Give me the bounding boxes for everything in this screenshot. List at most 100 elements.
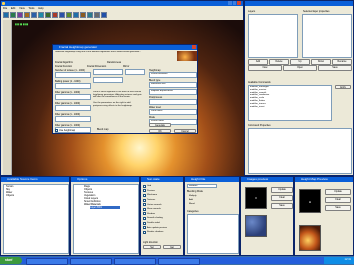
help-icon[interactable] [101, 12, 107, 18]
viewport-overlay-text: ▮▮▮ ▮▮ ▮▮▮▮ [15, 23, 29, 26]
categories-list[interactable] [187, 214, 239, 254]
image-preview-title: Images preview [241, 177, 293, 182]
light-icon[interactable] [52, 12, 58, 18]
heightmap-thumbnail-2[interactable] [299, 225, 321, 251]
field-input[interactable] [55, 83, 91, 89]
small-select[interactable] [93, 69, 123, 75]
heightmap-thumbnail-1[interactable] [299, 189, 321, 213]
view-option-checkbox[interactable] [143, 230, 146, 234]
commands-list[interactable]: modifier_terraingen modifier_erosion mod… [248, 85, 332, 121]
mirror-select[interactable] [125, 69, 145, 75]
menu-help[interactable]: Help [38, 7, 43, 10]
render-icon[interactable] [80, 12, 86, 18]
file-buttons: New Open Save [248, 65, 352, 71]
view-option-checkbox[interactable] [143, 184, 146, 188]
command-properties-list[interactable] [248, 128, 352, 174]
menu-tools[interactable]: Tools [28, 7, 34, 10]
fractal-dialog: Fractal Heightmap generator Generate hei… [52, 44, 198, 134]
menu-file[interactable]: File [3, 7, 7, 10]
minimize-icon[interactable] [228, 1, 232, 5]
view-option-checkbox[interactable] [143, 198, 146, 202]
heightmap-save-button[interactable]: Save [325, 205, 351, 211]
tree-item[interactable]: Objects [6, 194, 68, 197]
tab-randomness[interactable]: Randomness [107, 61, 157, 64]
tab-fractal-algorithm[interactable]: Fractal Algorithm [55, 61, 105, 64]
menu-edit[interactable]: Edit [11, 7, 15, 10]
new-button[interactable]: New [248, 65, 282, 71]
camera-icon[interactable] [73, 12, 79, 18]
layers-list[interactable] [248, 14, 298, 58]
options-panel: Options Flags Objects Textures Vegetatio… [70, 176, 140, 256]
view-option-checkbox[interactable] [143, 212, 146, 216]
move-icon[interactable] [10, 12, 16, 18]
select-postprocess[interactable] [149, 99, 197, 105]
view-option-checkbox[interactable] [143, 203, 146, 207]
field-input[interactable] [55, 72, 91, 78]
settings-icon[interactable] [87, 12, 93, 18]
heightmap-clear-button[interactable]: Clear [325, 197, 351, 203]
open-button[interactable]: Open [283, 65, 317, 71]
preview-save-button[interactable]: Save [271, 203, 293, 209]
forest-icon[interactable] [66, 12, 72, 18]
select-blend-type[interactable]: Mountain/Plain [149, 82, 197, 88]
apply-button[interactable]: Apply [335, 85, 351, 89]
main-window-title [1, 1, 243, 6]
height-file-select[interactable]: Random [187, 184, 217, 188]
view-option-label: Render shadows [147, 231, 164, 234]
view-option-label: Textures [147, 198, 156, 201]
rotate-icon[interactable] [17, 12, 23, 18]
scale-icon[interactable] [24, 12, 30, 18]
heightmap-buttons: Update Clear Save [325, 189, 351, 239]
menu-view[interactable]: View [19, 7, 25, 10]
preview-update-button[interactable]: Update [271, 187, 293, 193]
dialog-close-icon[interactable] [192, 45, 196, 49]
view-option-checkbox[interactable] [143, 216, 146, 220]
left-tool-strip [3, 20, 12, 175]
view-option-checkbox[interactable] [143, 226, 146, 230]
list-item[interactable]: modifier_invert [250, 106, 331, 109]
preview-thumbnail-2[interactable] [245, 215, 267, 237]
select-midpoint[interactable]: Midpoint displacement [149, 89, 197, 95]
maximize-icon[interactable] [232, 1, 237, 5]
view-option-label: Shadow [147, 212, 155, 215]
ok-button[interactable]: OK [149, 129, 171, 133]
system-tray-clock[interactable]: 12:41 [324, 257, 354, 264]
preview-clear-button[interactable]: Clear [271, 195, 293, 201]
save-button[interactable]: Save [318, 65, 352, 71]
field-input[interactable] [55, 105, 91, 111]
use-heightmap-row: Use heightmap [55, 128, 95, 132]
blend-map-label: Blend map [97, 128, 109, 131]
select-water-level[interactable]: Perlin noise [149, 109, 197, 115]
grid-icon[interactable] [94, 12, 100, 18]
sky-icon[interactable] [38, 12, 44, 18]
command-properties-label: Command Properties [248, 124, 271, 127]
terrain-icon[interactable] [31, 12, 37, 18]
source-tree[interactable]: Terrain Sky Water Objects [3, 184, 69, 254]
object-icon[interactable] [59, 12, 65, 18]
label-mirror: Mirror [123, 65, 130, 68]
close-icon[interactable] [237, 1, 242, 5]
preview-thumbnail-1[interactable] [245, 187, 267, 209]
view-option-checkbox[interactable] [143, 221, 146, 225]
small-select[interactable] [93, 77, 123, 83]
field-input[interactable] [55, 94, 91, 100]
dialog-small-controls [93, 69, 123, 89]
cancel-button[interactable]: Cancel [174, 129, 196, 133]
view-option-checkbox[interactable] [143, 207, 146, 211]
select-icon[interactable] [3, 12, 9, 18]
water-icon[interactable] [45, 12, 51, 18]
select-heightmap[interactable]: Fractal Brownian [149, 72, 197, 78]
view-option-checkbox[interactable] [143, 189, 146, 193]
layer-properties-list[interactable] [302, 14, 352, 58]
view-option-checkbox[interactable] [143, 193, 146, 197]
field-input[interactable] [55, 116, 91, 122]
light-get-button[interactable]: Get [163, 245, 181, 249]
use-heightmap-checkbox[interactable] [55, 128, 58, 132]
blend-option[interactable]: Blend [189, 202, 239, 206]
start-button[interactable]: start [0, 257, 22, 264]
tree-item-selected[interactable]: Layer #001 [90, 206, 120, 209]
heightmap-update-button[interactable]: Update [325, 189, 351, 195]
generate-button[interactable]: Generate [149, 123, 171, 127]
options-tree[interactable]: Flags Objects Textures Vegetation Cloud … [73, 184, 139, 254]
light-set-button[interactable]: Set [143, 245, 161, 249]
